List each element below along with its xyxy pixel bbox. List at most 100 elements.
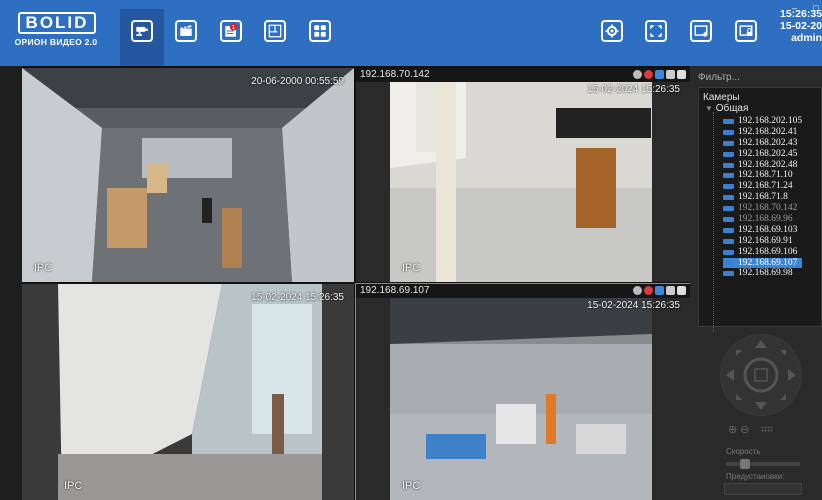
camera-small-icon [723,151,734,157]
expand-icon [650,25,662,37]
camera-3-image [22,284,354,500]
camera-overlay-label: IPC [64,480,83,492]
current-user: admin [791,32,822,44]
preset-label: Предустановки: [726,472,785,481]
snapshot-icon[interactable] [677,70,686,79]
tree-camera-label: 192.168.202.41 [738,126,798,137]
zoom-icon[interactable] [633,70,642,79]
camera-view-2[interactable]: 192.168.70.142 15-02-2024 15:26:35 IPC [356,68,690,282]
tree-group[interactable]: ▼ Общая [705,103,748,114]
tree-camera-label: 192.168.70.142 [738,203,798,214]
tree-camera-item[interactable]: 192.168.69.103 [723,225,802,236]
alarm-icon[interactable] [655,70,664,79]
record-icon[interactable] [644,70,653,79]
camera-small-icon [723,206,734,212]
tree-camera-label: 192.168.69.106 [738,246,798,257]
camera-small-icon [723,260,734,266]
zoom-controls: ⊕ ⊖ ⌗⌗ [728,423,773,437]
camera-small-icon [723,271,734,277]
preset-select[interactable] [724,483,802,495]
camera-1-image [22,68,354,282]
tree-camera-label: 192.168.71.10 [738,170,793,181]
tree-camera-item[interactable]: 192.168.202.43 [723,138,802,149]
camera-view-1[interactable]: 20-06-2000 00:55:59 IPC [22,68,354,282]
zoom-icon[interactable] [633,286,642,295]
tree-camera-item[interactable]: 192.168.69.107 [723,257,803,269]
camera-timestamp: 20-06-2000 00:55:59 [251,76,344,87]
tree-camera-item[interactable]: 192.168.71.24 [723,181,802,192]
tree-camera-item[interactable]: 192.168.69.91 [723,236,802,247]
speed-slider[interactable] [726,462,800,466]
camera-small-icon [723,119,734,124]
tree-connector [713,112,714,332]
screen-lock-icon [739,25,753,36]
camera-small-icon [723,129,734,135]
camera-header: 192.168.70.142 [356,68,690,82]
record-icon[interactable] [644,286,653,295]
clock-time: 15:26:35 [780,8,822,20]
tree-camera-label: 192.168.71.24 [738,181,793,192]
cameras-tab[interactable] [131,20,153,42]
tree-camera-item[interactable]: 192.168.202.105 [723,116,802,127]
camera-view-3[interactable]: 15-02-2024 15:26:35 IPC [22,284,354,500]
tree-root[interactable]: Камеры [703,92,740,103]
camera-small-icon [723,173,734,179]
tree-camera-item[interactable]: 192.168.71.8 [723,192,802,203]
camera-small-icon [723,227,734,233]
camera-timestamp: 15-02-2024 15:26:35 [587,84,680,95]
focus-icon[interactable]: ⌗⌗ [761,424,773,436]
camera-4-image [356,284,690,500]
expand-triangle-icon[interactable]: ▼ [705,104,713,113]
fullscreen-icon[interactable] [666,286,675,295]
ptz-joystick[interactable] [720,334,802,416]
tree-camera-item[interactable]: 192.168.202.48 [723,160,802,171]
tree-camera-label: 192.168.69.103 [738,224,798,235]
archive-tab[interactable] [175,20,197,42]
lock-button[interactable] [735,20,757,42]
add-window-icon [694,25,708,37]
zoom-out-icon[interactable]: ⊖ [740,424,749,436]
camera-tree: Камеры ▼ Общая 192.168.202.105 192.168.20… [698,87,822,332]
zoom-in-icon[interactable]: ⊕ [728,424,737,436]
add-window-button[interactable] [690,20,712,42]
tree-camera-item[interactable]: 192.168.202.41 [723,127,802,138]
logo-text: BOLID [18,12,96,34]
speed-label: Скорость [726,447,761,456]
fullscreen-button[interactable] [645,20,667,42]
clock-date: 15-02-202 [780,20,822,32]
events-tab[interactable]: 1 [220,20,242,42]
tree-camera-label: 192.168.71.8 [738,192,788,203]
tree-camera-item[interactable]: 192.168.202.45 [723,149,802,160]
camera-small-icon [723,249,734,255]
settings-button[interactable] [601,20,623,42]
tree-camera-item[interactable]: 192.168.69.96 [723,214,802,225]
camera-overlay-label: IPC [34,262,53,274]
camera-timestamp: 15-02-2024 15:26:35 [587,300,680,311]
floor-plan-icon [268,24,282,38]
speed-slider-handle[interactable] [740,459,750,469]
tree-camera-item[interactable]: 192.168.71.10 [723,170,802,181]
gear-icon [605,24,619,38]
camera-header: 192.168.69.107 [356,284,690,298]
camera-view-4[interactable]: 192.168.69.107 15-02-2024 15:26:35 IPC [355,283,691,500]
map-tab[interactable] [264,20,286,42]
alarm-icon[interactable] [655,286,664,295]
alert-events-icon: 1 [225,23,238,37]
fullscreen-icon[interactable] [666,70,675,79]
film-clapper-icon [180,25,192,36]
camera-overlay-label: IPC [402,480,421,492]
tree-camera-item[interactable]: 192.168.69.106 [723,247,802,258]
snapshot-icon[interactable] [677,286,686,295]
camera-small-icon [723,217,734,223]
tree-camera-label: 192.168.69.91 [738,235,793,246]
tree-camera-item[interactable]: 192.168.70.142 [723,203,802,214]
tree-group-label: Общая [715,103,749,114]
layout-tab[interactable] [309,20,331,42]
tree-camera-item[interactable]: 192.168.69.98 [723,268,802,279]
filter-input[interactable]: Фильтр... [698,70,822,86]
camera-timestamp: 15-02-2024 15:26:35 [251,292,344,303]
tree-camera-label: 192.168.202.45 [738,148,798,159]
cctv-camera-icon [136,26,148,36]
tree-camera-label: 192.168.69.98 [738,268,793,279]
app-logo: BOLID ОРИОН ВИДЕО 2.0 [8,12,104,54]
